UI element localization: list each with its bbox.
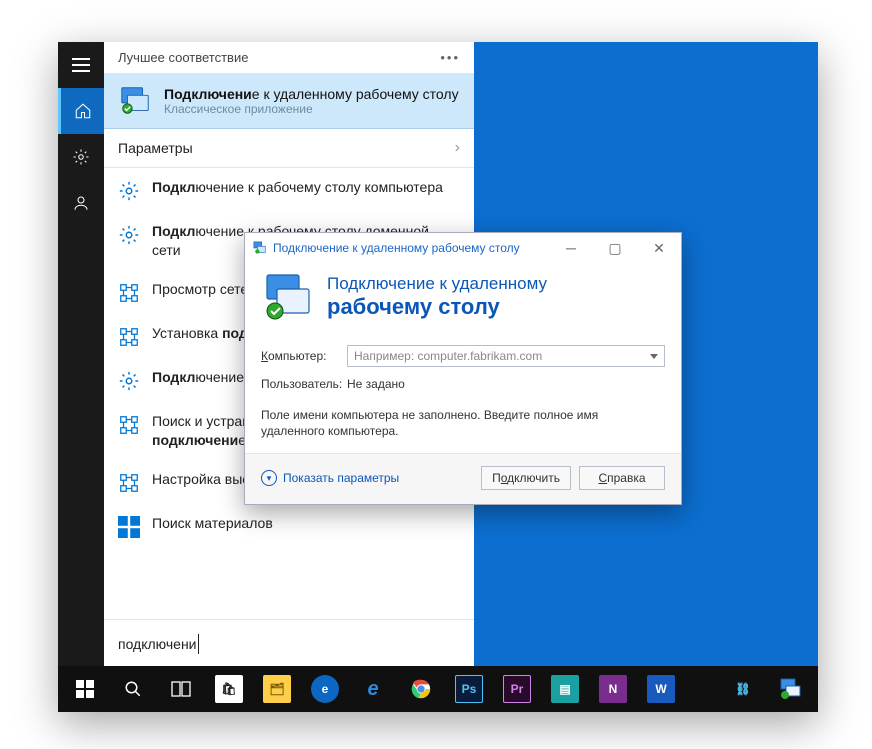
search-icon [124, 680, 142, 698]
rail-home[interactable] [58, 88, 104, 134]
taskview-icon [171, 681, 191, 697]
section-parameters[interactable]: Параметры › [104, 129, 474, 168]
rdp-title-icon [253, 241, 267, 255]
taskbar-store[interactable]: 🛍 [206, 666, 252, 712]
taskbar-word[interactable]: W [638, 666, 684, 712]
rdp-app-icon [118, 84, 152, 118]
help-button[interactable]: Справка [579, 466, 665, 490]
chevron-down-icon: ▾ [261, 470, 277, 486]
taskview-button[interactable] [158, 666, 204, 712]
chrome-icon [410, 678, 432, 700]
search-input[interactable]: подключени [104, 619, 474, 666]
best-match-item[interactable]: Подключение к удаленному рабочему столу … [104, 74, 474, 129]
taskbar-onenote[interactable]: N [590, 666, 636, 712]
result-item[interactable]: Подключение к рабочему столу компьютера [104, 168, 474, 212]
close-button[interactable]: ✕ [637, 233, 681, 263]
lbl-computer: Компьютер: [261, 349, 347, 363]
taskbar-photoshop[interactable]: Ps [446, 666, 492, 712]
rdp-title-text: Подключение к удаленному рабочему столу [273, 241, 520, 255]
maximize-button[interactable]: ▢ [593, 233, 637, 263]
rail-settings[interactable] [58, 134, 104, 180]
rdp-hero-line2: рабочему столу [327, 294, 547, 320]
chevron-down-icon [650, 354, 658, 359]
taskbar-chrome[interactable] [398, 666, 444, 712]
show-options-link[interactable]: ▾ Показать параметры [261, 470, 399, 486]
best-match-subtitle: Классическое приложение [164, 102, 459, 116]
taskbar-premiere[interactable]: Pr [494, 666, 540, 712]
hamburger-button[interactable] [58, 42, 104, 88]
rail-account[interactable] [58, 180, 104, 226]
taskbar-ie[interactable]: e [350, 666, 396, 712]
lbl-user: Пользователь: [261, 377, 347, 391]
best-match-header: Лучшее соответствие [118, 50, 248, 65]
taskbar-tray-rdp[interactable] [768, 666, 814, 712]
user-value: Не задано [347, 377, 405, 391]
rdp-message: Поле имени компьютера не заполнено. Введ… [245, 401, 681, 453]
start-button[interactable] [62, 666, 108, 712]
rdp-hero-icon [261, 271, 313, 323]
person-icon [72, 194, 90, 212]
home-icon [74, 102, 92, 120]
best-match-title: Подключение к удаленному рабочему столу [164, 86, 459, 102]
taskbar-app-teal[interactable]: ▤ [542, 666, 588, 712]
taskbar-tray-1[interactable]: ⛓ [720, 666, 766, 712]
more-button[interactable]: ••• [440, 50, 460, 65]
chevron-right-icon: › [455, 139, 460, 157]
gear-icon [72, 148, 90, 166]
rdp-window: Подключение к удаленному рабочему столу … [244, 232, 682, 505]
taskbar-edge[interactable]: e [302, 666, 348, 712]
computer-combobox[interactable]: Например: computer.fabrikam.com [347, 345, 665, 367]
taskbar: 🛍 🗂 e e Ps Pr ▤ N W ⛓ [58, 666, 818, 712]
taskbar-explorer[interactable]: 🗂 [254, 666, 300, 712]
rdp-tray-icon [779, 678, 803, 700]
connect-button[interactable]: Подключить [481, 466, 571, 490]
minimize-button[interactable]: ─ [549, 233, 593, 263]
rdp-hero-line1: Подключение к удаленному [327, 274, 547, 294]
result-item[interactable]: Поиск материалов [104, 504, 474, 548]
search-button[interactable] [110, 666, 156, 712]
windows-icon [76, 680, 94, 698]
